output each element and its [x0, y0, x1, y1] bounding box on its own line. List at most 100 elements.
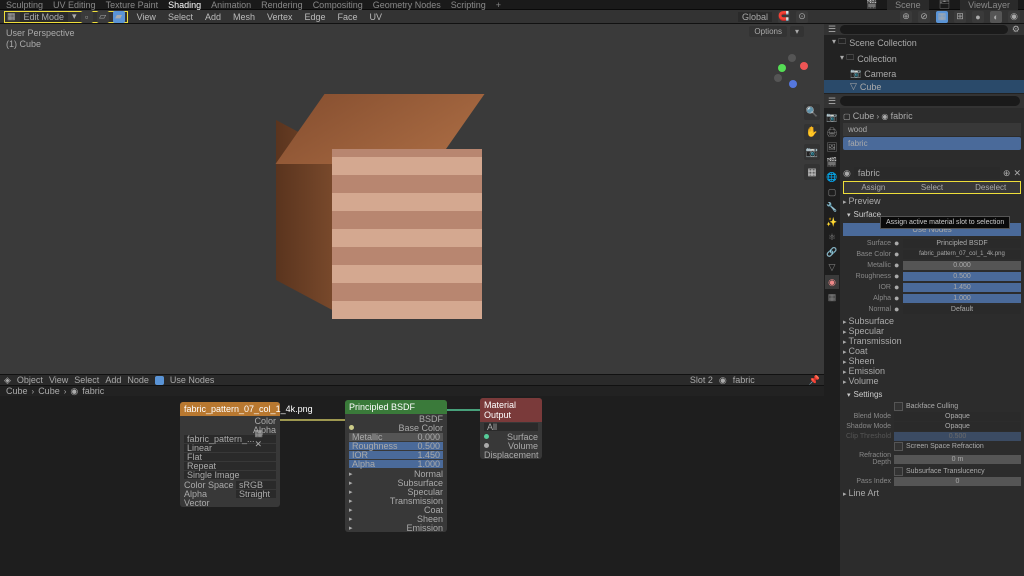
- bc-object[interactable]: Cube: [6, 386, 28, 396]
- menu-view2[interactable]: View: [49, 375, 68, 385]
- use-nodes-checkbox[interactable]: [155, 376, 164, 385]
- shading-solid-icon[interactable]: ●: [972, 11, 984, 23]
- socket-basecolor-in[interactable]: [349, 425, 354, 430]
- volume-section[interactable]: Volume: [843, 376, 1021, 386]
- passindex-field[interactable]: 0: [894, 477, 1021, 486]
- cube-mesh[interactable]: [280, 94, 500, 324]
- tab-physics-icon[interactable]: ⚛: [825, 230, 839, 244]
- tab-add[interactable]: +: [496, 0, 501, 10]
- outliner-item-camera[interactable]: 📷 Camera: [824, 67, 1024, 80]
- xray-icon[interactable]: ▦: [936, 11, 948, 23]
- snap-icon[interactable]: 🧲: [778, 11, 790, 23]
- deselect-button[interactable]: Deselect: [961, 182, 1020, 193]
- outliner-search[interactable]: [840, 25, 1008, 34]
- options-dropdown[interactable]: Options: [749, 26, 787, 37]
- alpha-slider[interactable]: Alpha1.000: [349, 460, 443, 468]
- tab-particles-icon[interactable]: ✨: [825, 215, 839, 229]
- tab-scripting[interactable]: Scripting: [451, 0, 486, 10]
- tab-output-icon[interactable]: 🖨: [825, 125, 839, 139]
- bc-mesh[interactable]: Cube: [38, 386, 60, 396]
- scene-dropdown[interactable]: Scene: [887, 0, 929, 10]
- tab-uv-editing[interactable]: UV Editing: [53, 0, 96, 10]
- normal-dropdown[interactable]: Default: [903, 305, 1021, 314]
- image-texture-node[interactable]: fabric_pattern_07_col_1_4k.png Color Alp…: [180, 402, 280, 507]
- outliner-collection[interactable]: ▾ 🗀 Collection: [824, 51, 1024, 67]
- sst-checkbox[interactable]: [894, 467, 903, 476]
- menu-mesh[interactable]: Mesh: [233, 12, 255, 22]
- shading-wireframe-icon[interactable]: ⊞: [954, 11, 966, 23]
- zoom-icon[interactable]: 🔍: [804, 104, 820, 120]
- menu-node[interactable]: Node: [127, 375, 149, 385]
- node-editor[interactable]: fabric_pattern_07_col_1_4k.png Color Alp…: [0, 396, 824, 576]
- tab-world-icon[interactable]: 🌐: [825, 170, 839, 184]
- chevron-down-icon[interactable]: ▾: [790, 26, 804, 37]
- backface-culling-checkbox[interactable]: [894, 402, 903, 411]
- colorspace-dropdown[interactable]: sRGB: [236, 481, 276, 489]
- tab-compositing[interactable]: Compositing: [313, 0, 363, 10]
- tab-render-icon[interactable]: 📷: [825, 110, 839, 124]
- shading-material-icon[interactable]: ◐: [990, 11, 1002, 23]
- material-slot-wood[interactable]: wood: [843, 123, 1021, 136]
- select-button[interactable]: Select: [903, 182, 962, 193]
- material-output-node[interactable]: Material Output All Surface Volume Displ…: [480, 398, 542, 459]
- outliner-scene-collection[interactable]: ▾ 🗀 Scene Collection: [824, 35, 1024, 51]
- socket-vector-in[interactable]: Vector: [184, 498, 210, 508]
- tab-geometry-nodes[interactable]: Geometry Nodes: [373, 0, 441, 10]
- sheen-section[interactable]: Sheen: [843, 356, 1021, 366]
- shadowmode-dropdown[interactable]: Opaque: [894, 422, 1021, 431]
- tab-material-icon[interactable]: ◉: [825, 275, 839, 289]
- image-field[interactable]: fabric_pattern_...▦ ✕: [184, 435, 276, 443]
- bc-material[interactable]: fabric: [82, 386, 104, 396]
- orientation-dropdown[interactable]: Global: [738, 12, 772, 22]
- ssr-checkbox[interactable]: [894, 442, 903, 451]
- axis-x-icon[interactable]: [800, 62, 808, 70]
- filter-icon[interactable]: ⚙: [1012, 24, 1020, 35]
- tab-mesh-icon[interactable]: ▽: [825, 260, 839, 274]
- tab-animation[interactable]: Animation: [211, 0, 251, 10]
- tab-sculpting[interactable]: Sculpting: [6, 0, 43, 10]
- tab-viewlayer-icon[interactable]: 🖼: [825, 140, 839, 154]
- extension-dropdown[interactable]: Repeat: [184, 462, 276, 470]
- axis-z-icon[interactable]: [789, 80, 797, 88]
- metallic-field[interactable]: 0.000: [903, 261, 1021, 270]
- emission-section[interactable]: Emission: [843, 366, 1021, 376]
- metallic-slider[interactable]: Metallic0.000: [349, 433, 443, 441]
- vertex-select-icon[interactable]: ▫: [81, 11, 93, 23]
- properties-type-icon[interactable]: ☰: [828, 96, 836, 107]
- material-name-field[interactable]: fabric: [854, 167, 1000, 179]
- menu-face[interactable]: Face: [338, 12, 358, 22]
- edge-select-icon[interactable]: ▱: [97, 11, 109, 23]
- menu-uv[interactable]: UV: [370, 12, 383, 22]
- 3d-viewport[interactable]: User Perspective (1) Cube Options ▾ 🔍: [0, 24, 824, 374]
- overlay-toggle-icon[interactable]: ⊘: [918, 11, 930, 23]
- material-dropdown[interactable]: fabric: [733, 375, 803, 385]
- viewlayer-dropdown[interactable]: ViewLayer: [960, 0, 1018, 10]
- nav-gizmo[interactable]: [774, 54, 810, 90]
- editor-type-icon[interactable]: ◈: [4, 375, 11, 386]
- axis-y-icon[interactable]: [778, 64, 786, 72]
- menu-add[interactable]: Add: [205, 12, 221, 22]
- outliner-type-icon[interactable]: ☰: [828, 24, 836, 35]
- pin-icon[interactable]: 📌: [809, 375, 820, 386]
- tab-rendering[interactable]: Rendering: [261, 0, 303, 10]
- menu-add2[interactable]: Add: [105, 375, 121, 385]
- surface-dropdown[interactable]: Principled BSDF: [903, 239, 1021, 248]
- outliner-item-cube[interactable]: ▽ Cube: [824, 80, 1024, 93]
- object-mode-pill[interactable]: Object: [17, 375, 43, 385]
- gizmo-toggle-icon[interactable]: ⊕: [900, 11, 912, 23]
- menu-edge[interactable]: Edge: [305, 12, 326, 22]
- properties-search[interactable]: [840, 96, 1020, 106]
- tab-modifiers-icon[interactable]: 🔧: [825, 200, 839, 214]
- menu-select2[interactable]: Select: [74, 375, 99, 385]
- assign-button[interactable]: Assign: [844, 182, 903, 193]
- refrdepth-field[interactable]: 0 m: [894, 455, 1021, 464]
- menu-vertex[interactable]: Vertex: [267, 12, 293, 22]
- camera-view-icon[interactable]: 📷: [804, 144, 820, 160]
- perspective-toggle-icon[interactable]: ▦: [804, 164, 820, 180]
- new-material-icon[interactable]: ⊕: [1003, 168, 1011, 179]
- subsurface-section[interactable]: Subsurface: [843, 316, 1021, 326]
- ior-slider[interactable]: IOR1.450: [349, 451, 443, 459]
- tab-object-icon[interactable]: ▢: [825, 185, 839, 199]
- tab-scene-icon[interactable]: 🎬: [825, 155, 839, 169]
- tab-constraints-icon[interactable]: 🔗: [825, 245, 839, 259]
